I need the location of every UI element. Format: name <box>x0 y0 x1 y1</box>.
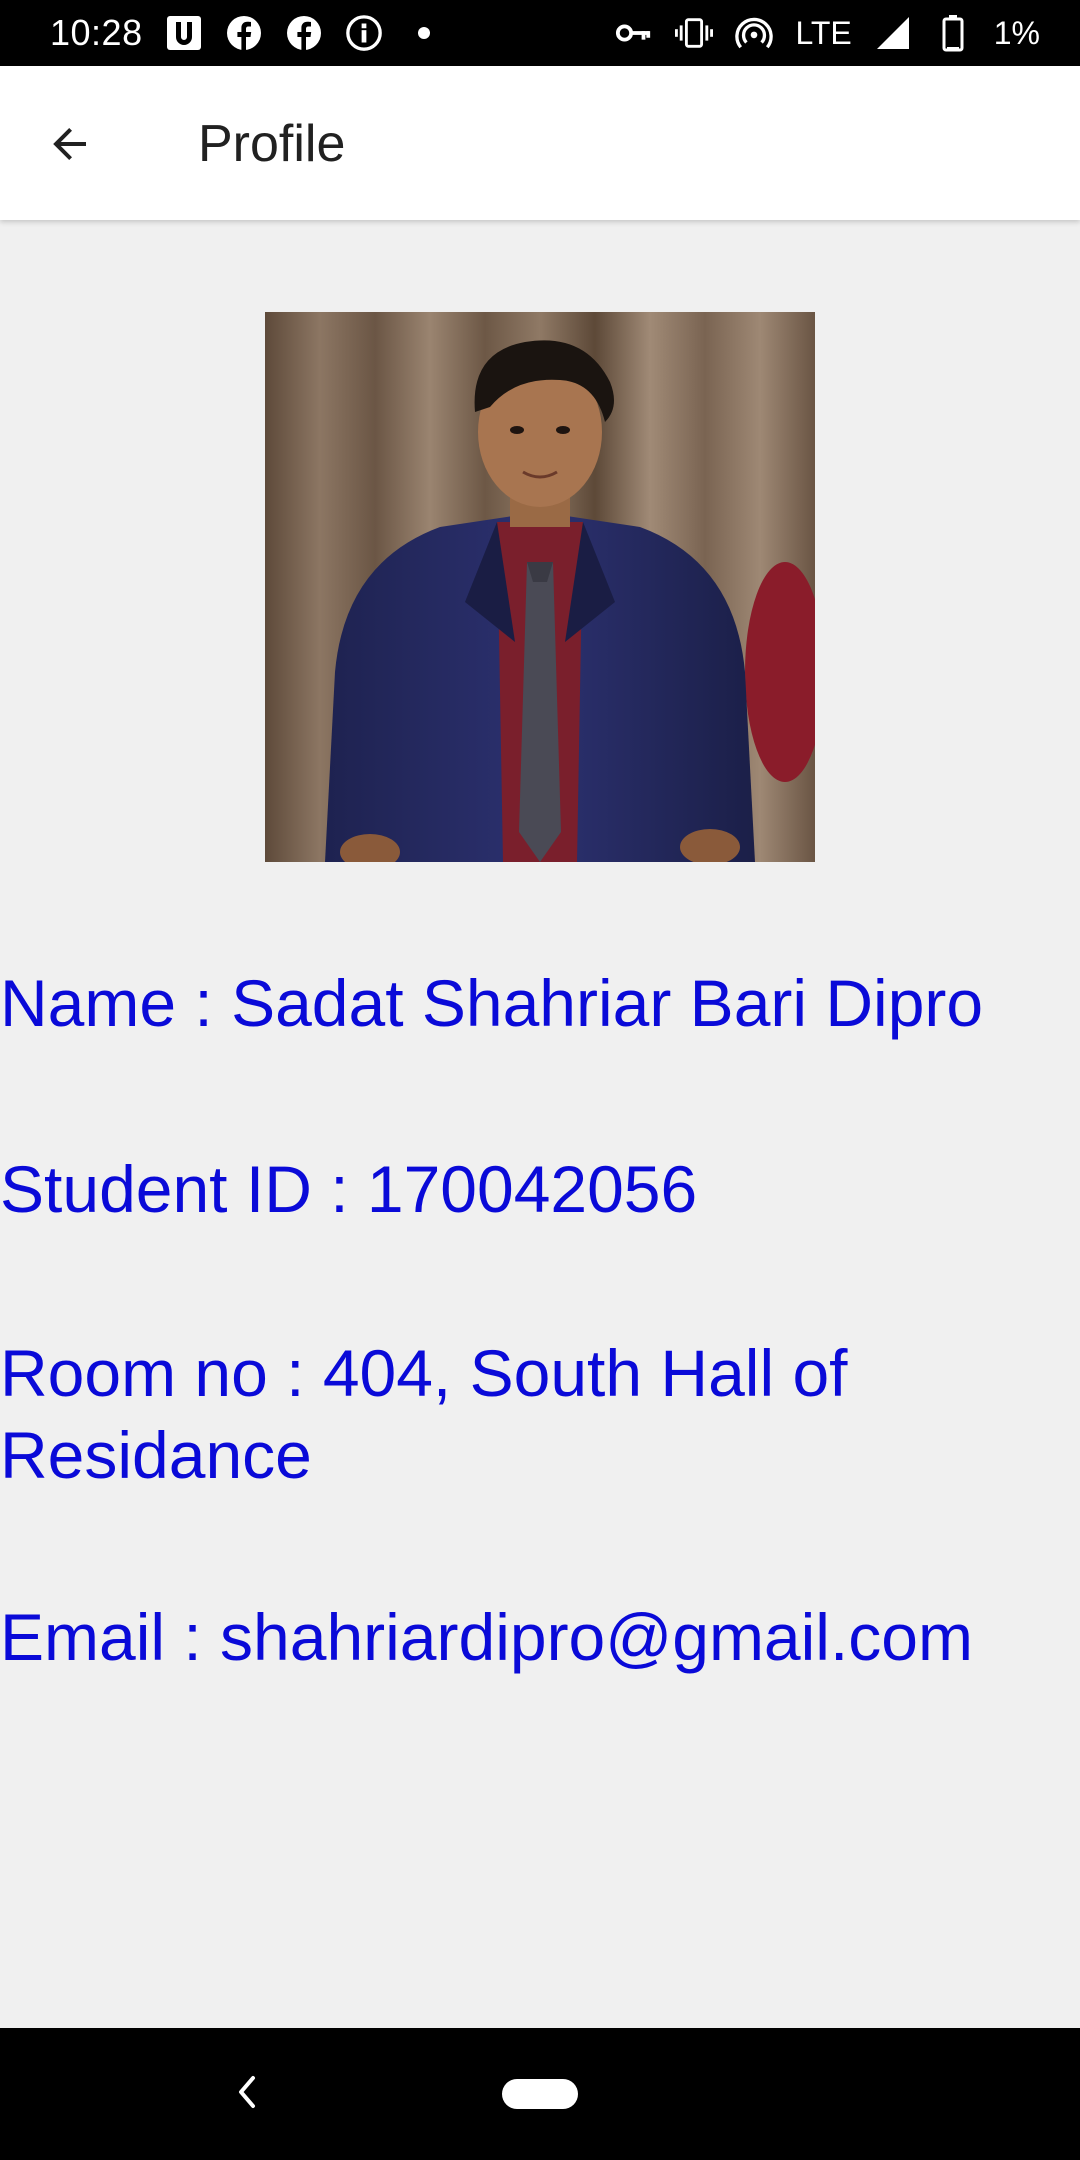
nav-back-button[interactable] <box>218 2066 274 2122</box>
arrow-back-icon <box>46 120 94 173</box>
hotspot-icon <box>735 14 774 52</box>
status-bar: 10:28 LTE 1% <box>0 0 1080 66</box>
app-bar: Profile <box>0 66 1080 220</box>
key-icon <box>615 14 653 52</box>
vibrate-icon <box>675 14 714 52</box>
u-icon <box>165 14 203 52</box>
signal-icon <box>874 14 912 52</box>
status-time: 10:28 <box>50 12 143 53</box>
back-button[interactable] <box>28 104 112 188</box>
network-type: LTE <box>795 14 852 51</box>
status-left: 10:28 <box>50 12 443 54</box>
battery-percent: 1% <box>993 14 1040 51</box>
dot-icon <box>405 14 443 52</box>
profile-room: Room no : 404, South Hall of Residance <box>0 1336 848 1492</box>
info-icon <box>345 14 383 52</box>
nav-home-button[interactable] <box>502 2079 578 2109</box>
profile-name: Name : Sadat Shahriar Bari Dipro <box>0 966 984 1040</box>
navigation-bar <box>0 2028 1080 2160</box>
battery-icon <box>934 14 972 52</box>
profile-screen: 10:28 LTE 1% Profile Name: Sadat Shahri… <box>0 0 1080 2160</box>
profile-email: Email : shahriardipro@gmail.com <box>0 1600 973 1674</box>
status-right: LTE 1% <box>615 14 1040 52</box>
facebook-icon <box>225 14 263 52</box>
chevron-left-icon <box>231 2072 261 2117</box>
facebook-icon <box>285 14 323 52</box>
profile-student-id: Student ID : 170042056 <box>0 1152 698 1226</box>
profile-photo <box>265 312 815 862</box>
page-title: Profile <box>198 115 346 173</box>
